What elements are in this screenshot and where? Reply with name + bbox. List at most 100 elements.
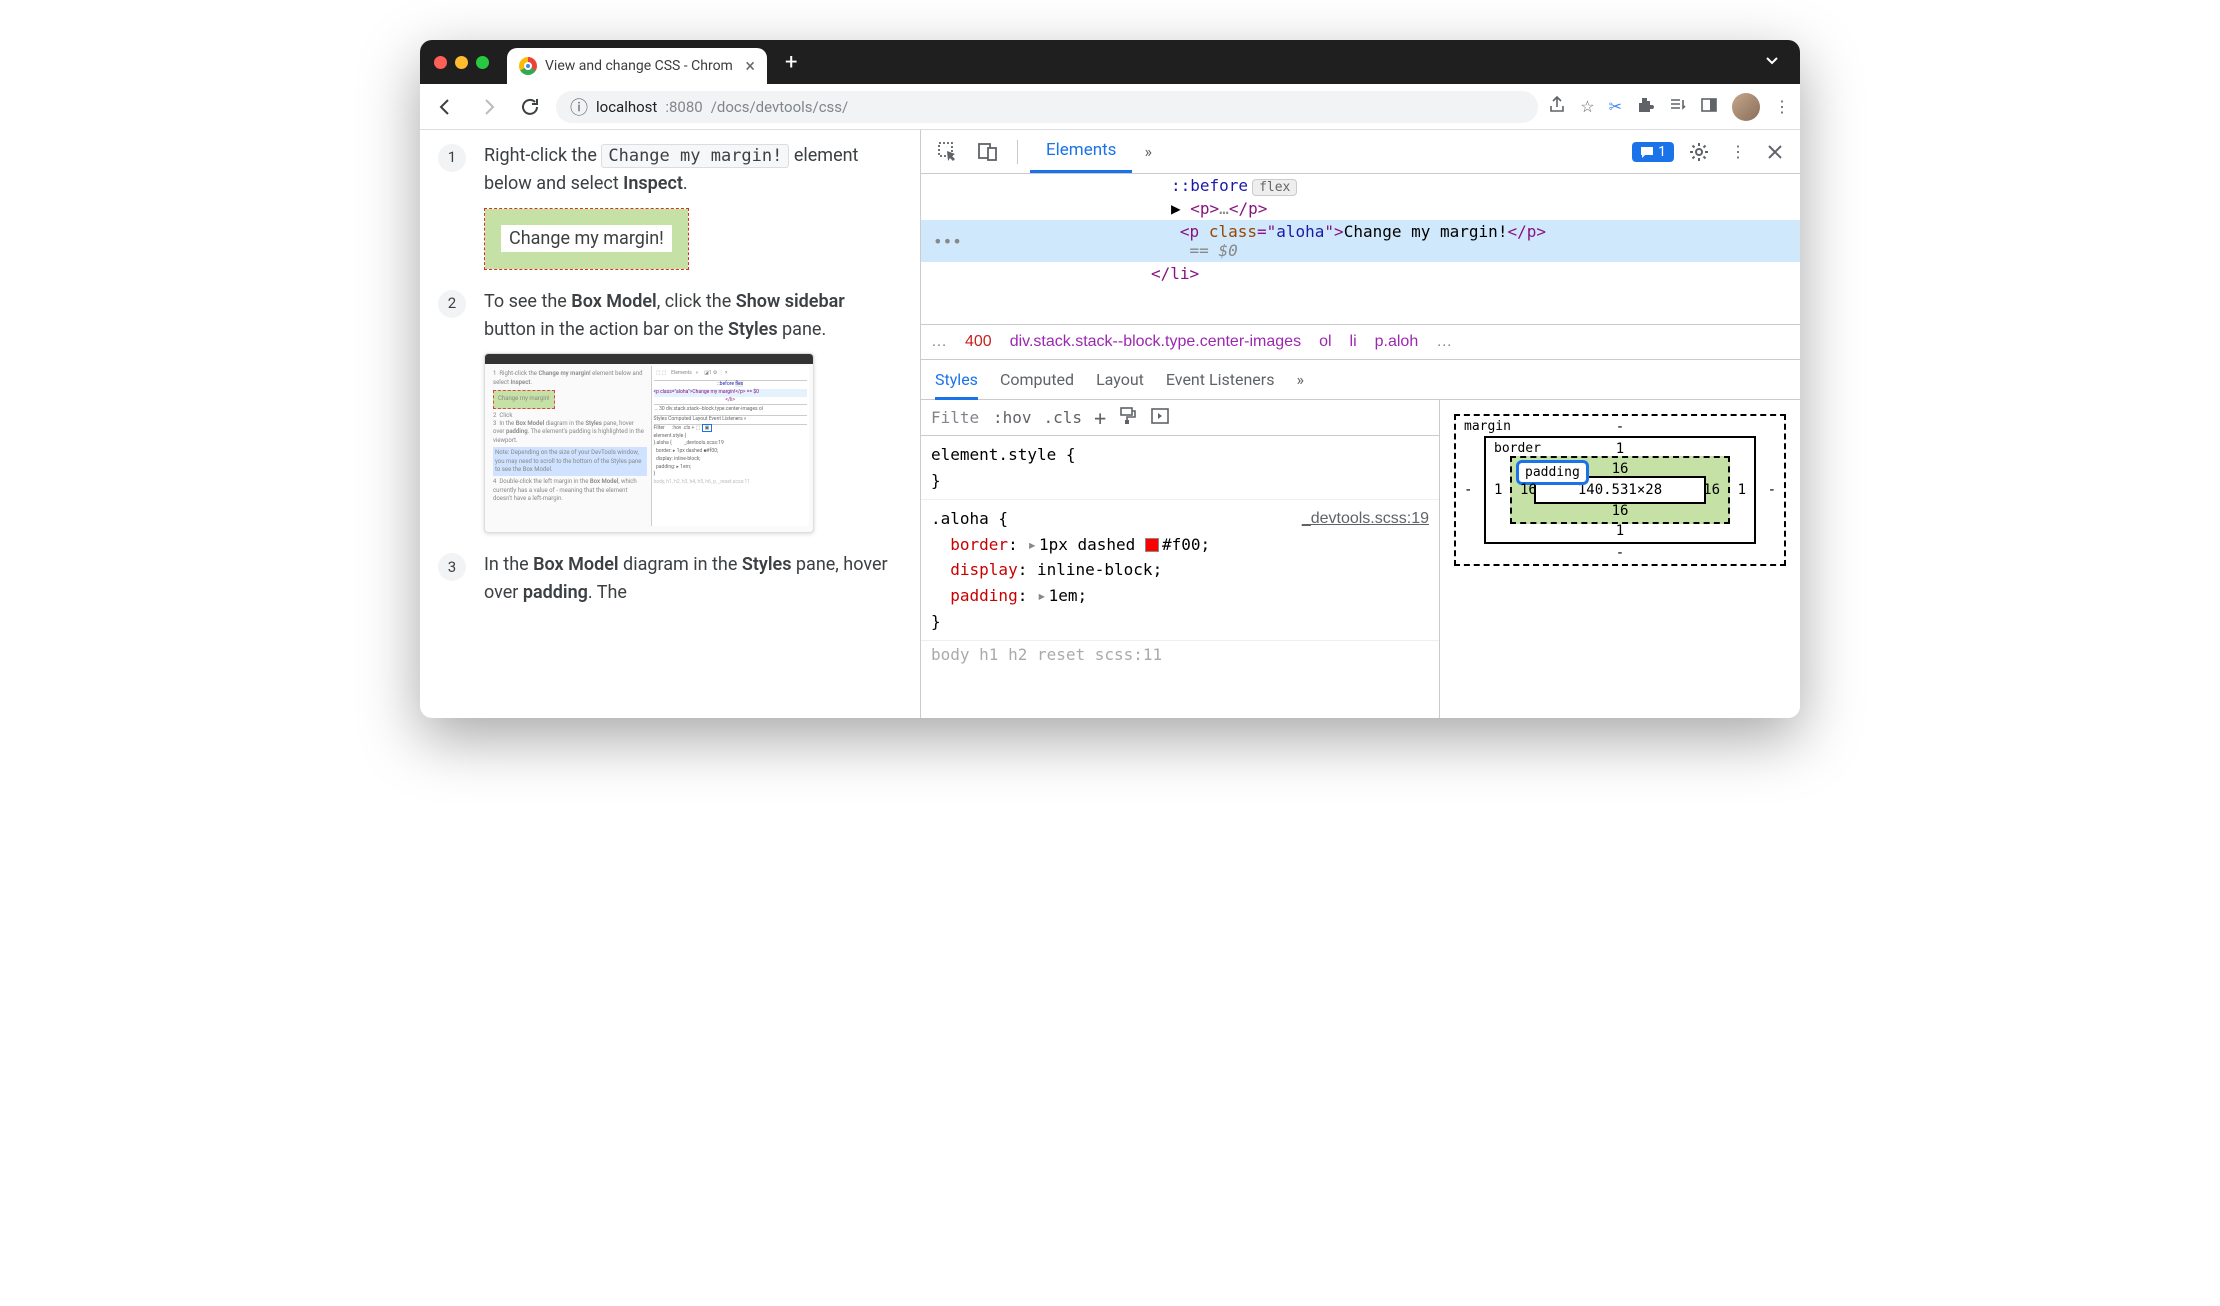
styles-pane: Filte :hov .cls + element.style { } _dev…: [921, 400, 1440, 718]
device-toolbar-icon[interactable]: [971, 135, 1005, 169]
text: Inspect: [623, 173, 683, 194]
inspect-element-icon[interactable]: [931, 135, 965, 169]
devtools-panel: Elements » 1 ⋮ ::beforeflex ▶ <p>…</p> •…: [920, 130, 1800, 718]
subtab-layout[interactable]: Layout: [1096, 370, 1144, 389]
color-swatch[interactable]: [1145, 538, 1159, 552]
browser-toolbar: ⓘ localhost:8080/docs/devtools/css/ ☆ ✂ …: [420, 84, 1800, 130]
text: button in the action bar on the: [484, 319, 728, 340]
text: , click the: [657, 291, 736, 312]
text: .: [683, 173, 688, 194]
url-port: :8080: [665, 98, 702, 116]
hov-toggle[interactable]: :hov: [993, 408, 1032, 427]
reload-button[interactable]: [514, 91, 546, 123]
tabs-dropdown-icon[interactable]: [1764, 52, 1780, 72]
browser-tab[interactable]: View and change CSS - Chrom ×: [507, 48, 767, 84]
source-file-link[interactable]: _devtools.scss:19: [1302, 506, 1429, 532]
step-1: 1 Right-click the Change my margin! elem…: [438, 142, 892, 270]
text: Styles: [742, 554, 792, 575]
new-tab-button[interactable]: +: [785, 50, 797, 75]
bm-label-margin: margin: [1464, 419, 1511, 434]
issues-badge[interactable]: 1: [1632, 142, 1674, 162]
text: pane.: [778, 319, 827, 340]
bookmark-icon[interactable]: ☆: [1580, 97, 1594, 116]
text: Box Model: [571, 291, 656, 312]
chrome-menu-icon[interactable]: ⋮: [1774, 97, 1790, 116]
crumb-item[interactable]: li: [1350, 333, 1357, 351]
step-3: 3 In the Box Model diagram in the Styles…: [438, 551, 892, 607]
sidepanel-icon[interactable]: [1700, 96, 1718, 118]
crumb-item[interactable]: p.aloh: [1375, 333, 1419, 351]
share-icon[interactable]: [1548, 96, 1566, 118]
bm-label-border: border: [1494, 441, 1541, 456]
close-tab-icon[interactable]: ×: [745, 56, 755, 77]
subtab-styles[interactable]: Styles: [935, 359, 978, 400]
url-path: /docs/devtools/css/: [711, 98, 849, 116]
step-number: 3: [438, 553, 466, 581]
devtools-menu-icon[interactable]: ⋮: [1724, 136, 1752, 167]
scissors-icon[interactable]: ✂: [1609, 97, 1622, 116]
breadcrumb[interactable]: … 400 div.stack.stack--block.type.center…: [921, 324, 1800, 360]
profile-avatar[interactable]: [1732, 93, 1760, 121]
flex-badge[interactable]: flex: [1252, 179, 1297, 196]
style-rule-element[interactable]: element.style { }: [921, 436, 1439, 500]
eq-zero: == $0: [1190, 241, 1238, 260]
crumb-item[interactable]: 400: [965, 333, 992, 351]
address-bar[interactable]: ⓘ localhost :8080/docs/devtools/css/: [556, 91, 1538, 123]
tab-elements[interactable]: Elements: [1030, 130, 1132, 173]
browser-window: View and change CSS - Chrom × + ⓘ localh…: [420, 40, 1800, 718]
paint-icon[interactable]: [1118, 406, 1138, 430]
reading-list-icon[interactable]: [1668, 96, 1686, 118]
settings-icon[interactable]: [1682, 135, 1716, 169]
traffic-lights: [434, 56, 489, 69]
filter-input[interactable]: Filte: [931, 408, 981, 427]
text: . The: [588, 582, 627, 603]
devtools-top-bar: Elements » 1 ⋮: [921, 130, 1800, 174]
text: In the: [484, 554, 533, 575]
extensions-icon[interactable]: [1636, 96, 1654, 118]
step-number: 2: [438, 290, 466, 318]
tab-title: View and change CSS - Chrom: [545, 58, 737, 74]
url-host: localhost: [596, 98, 657, 116]
step-2: 2 To see the Box Model, click the Show s…: [438, 288, 892, 534]
back-button[interactable]: [430, 91, 462, 123]
dom-pseudo: ::before: [1171, 176, 1248, 195]
page-content: 1 Right-click the Change my margin! elem…: [420, 130, 920, 718]
crumb-item[interactable]: ol: [1319, 333, 1331, 351]
margin-demo-wrapper: Change my margin!: [484, 208, 689, 270]
text: Show sidebar: [736, 291, 845, 312]
screenshot-thumbnail: 1 Right-click the Change my margin! elem…: [484, 353, 814, 533]
content-area: 1 Right-click the Change my margin! elem…: [420, 130, 1800, 718]
styles-filter-bar: Filte :hov .cls +: [921, 400, 1439, 436]
step-number: 1: [438, 144, 466, 172]
subtab-event-listeners[interactable]: Event Listeners: [1166, 370, 1275, 389]
crumb-ellipsis[interactable]: …: [1436, 333, 1452, 351]
crumb-item[interactable]: div.stack.stack--block.type.center-image…: [1010, 333, 1301, 351]
style-rule-dim[interactable]: body h1 h2 reset scss:11: [921, 641, 1439, 668]
more-tabs-icon[interactable]: »: [1138, 136, 1158, 167]
change-my-margin-element[interactable]: Change my margin!: [501, 225, 672, 252]
box-model-diagram[interactable]: margin - - - - border 1 1 1 1 padding: [1440, 400, 1800, 718]
close-devtools-icon[interactable]: [1760, 137, 1790, 167]
close-window-button[interactable]: [434, 56, 447, 69]
more-subtabs-icon[interactable]: »: [1296, 370, 1304, 389]
text: diagram in the: [619, 554, 742, 575]
style-rule-aloha[interactable]: _devtools.scss:19 .aloha { border: ▸1px …: [921, 500, 1439, 641]
maximize-window-button[interactable]: [476, 56, 489, 69]
new-rule-icon[interactable]: +: [1094, 406, 1106, 430]
titlebar: View and change CSS - Chrom × +: [420, 40, 1800, 84]
cls-toggle[interactable]: .cls: [1044, 408, 1083, 427]
sidebar-toggle-icon[interactable]: [1150, 406, 1170, 430]
chrome-icon: [519, 57, 537, 75]
site-info-icon[interactable]: ⓘ: [570, 94, 588, 120]
subtab-computed[interactable]: Computed: [1000, 370, 1074, 389]
styles-subtabs: Styles Computed Layout Event Listeners »: [921, 360, 1800, 400]
crumb-ellipsis[interactable]: …: [931, 333, 947, 351]
text: Box Model: [533, 554, 618, 575]
minimize-window-button[interactable]: [455, 56, 468, 69]
selected-dom-node[interactable]: ••• <p class="aloha">Change my margin!</…: [921, 220, 1800, 262]
dom-tag: <p>: [1190, 199, 1219, 218]
text: Styles: [728, 319, 778, 340]
forward-button[interactable]: [472, 91, 504, 123]
text: Right-click the: [484, 145, 601, 166]
dom-tree[interactable]: ::beforeflex ▶ <p>…</p> ••• <p class="al…: [921, 174, 1800, 324]
